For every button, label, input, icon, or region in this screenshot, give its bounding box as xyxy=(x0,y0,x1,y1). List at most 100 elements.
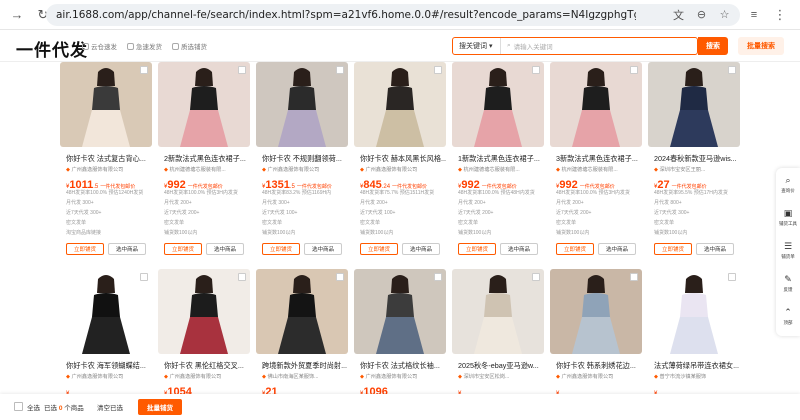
product-title[interactable]: 你好卡农 黑伦红格交叉... xyxy=(164,361,250,371)
side-tool-top[interactable]: ⌃ 顶部 xyxy=(776,300,800,333)
search-input[interactable]: ⌕ 请输入关键词 xyxy=(501,38,697,54)
product-title[interactable]: 跨境新款外贸夏季时尚射... xyxy=(262,361,348,371)
list-now-button[interactable]: 立即铺货 xyxy=(262,243,300,255)
product-image[interactable] xyxy=(452,62,544,147)
product-image[interactable] xyxy=(452,269,544,354)
store-name[interactable]: ◆ 广州鑫逸服饰有限公司 xyxy=(66,166,152,173)
store-name[interactable]: ◆ 广州鑫逸服饰有限公司 xyxy=(556,373,642,380)
side-tool-tools[interactable]: ▣ 铺货工具 xyxy=(776,201,800,234)
select-product-button[interactable]: 选中商品 xyxy=(206,243,244,255)
select-checkbox[interactable] xyxy=(140,66,148,74)
select-product-button[interactable]: 选中商品 xyxy=(598,243,636,255)
product-photo xyxy=(158,62,250,147)
zoom-icon[interactable]: ⊖ xyxy=(694,7,709,22)
product-image[interactable] xyxy=(550,269,642,354)
header-link-fast[interactable]: 急速发货 xyxy=(127,41,162,51)
extensions-icon[interactable]: ≡ xyxy=(746,7,762,23)
store-name[interactable]: ◆ 杭州建德塘芯服装有限... xyxy=(556,166,642,173)
select-product-button[interactable]: 选中商品 xyxy=(500,243,538,255)
select-all-checkbox[interactable] xyxy=(14,402,23,411)
product-photo xyxy=(648,269,740,354)
select-checkbox[interactable] xyxy=(434,66,442,74)
list-now-button[interactable]: 立即铺货 xyxy=(458,243,496,255)
select-checkbox[interactable] xyxy=(630,66,638,74)
select-checkbox[interactable] xyxy=(630,273,638,281)
bookmark-star-icon[interactable]: ☆ xyxy=(717,7,732,22)
store-name[interactable]: ◆ 广州鑫逸服饰有限公司 xyxy=(262,166,348,173)
product-title[interactable]: 你好卡农 法式复古背心... xyxy=(66,154,152,164)
product-title[interactable]: 1新款法式黑色连衣裙子... xyxy=(458,154,544,164)
select-checkbox[interactable] xyxy=(728,273,736,281)
product-title[interactable]: 你好卡农 不规则翻领荷... xyxy=(262,154,348,164)
address-bar[interactable]: air.1688.com/app/channel-fe/search/index… xyxy=(46,4,740,26)
store-name[interactable]: ◆ 杭州建德塘芯服装有限... xyxy=(458,166,544,173)
site-logo[interactable]: 一件代发 xyxy=(16,36,88,61)
search-button[interactable]: 搜索 xyxy=(698,37,728,55)
list-now-button[interactable]: 立即铺货 xyxy=(556,243,594,255)
product-image[interactable] xyxy=(60,269,152,354)
weekly-dropship: 近7天代发 200+ xyxy=(458,210,494,216)
list-now-button[interactable]: 立即铺货 xyxy=(66,243,104,255)
select-checkbox[interactable] xyxy=(336,273,344,281)
product-title[interactable]: 你好卡农 法式格纹长袖... xyxy=(360,361,446,371)
select-checkbox[interactable] xyxy=(336,66,344,74)
product-title[interactable]: 2025秋冬-ebay亚马逊w... xyxy=(458,361,544,371)
select-product-button[interactable]: 选中商品 xyxy=(402,243,440,255)
select-checkbox[interactable] xyxy=(434,273,442,281)
side-tool-price[interactable]: ⌕ 查询价 xyxy=(776,168,800,201)
store-name[interactable]: ◆ 深圳市宝安区松岗... xyxy=(458,373,544,380)
header-link-quality[interactable]: 质选铺货 xyxy=(172,41,207,51)
select-product-button[interactable]: 选中商品 xyxy=(696,243,734,255)
side-tool-feedback[interactable]: ✎ 反馈 xyxy=(776,267,800,300)
forward-icon[interactable]: → xyxy=(8,6,26,24)
select-checkbox[interactable] xyxy=(238,273,246,281)
product-image[interactable] xyxy=(550,62,642,147)
product-image[interactable] xyxy=(354,269,446,354)
product-title[interactable]: 2新款法式黑色连衣裙子... xyxy=(164,154,250,164)
product-title[interactable]: 你好卡农 海军领蝴蝶结... xyxy=(66,361,152,371)
store-name[interactable]: ◆ 佛山市南海区某服饰... xyxy=(262,373,348,380)
select-product-button[interactable]: 选中商品 xyxy=(108,243,146,255)
header-link-cloud[interactable]: 云仓速发 xyxy=(82,41,117,51)
product-image[interactable] xyxy=(256,269,348,354)
translate-icon[interactable]: 文 xyxy=(671,7,686,22)
product-image[interactable] xyxy=(648,62,740,147)
select-product-button[interactable]: 选中商品 xyxy=(304,243,342,255)
clear-selected-link[interactable]: 清空已选 xyxy=(97,402,123,412)
list-now-button[interactable]: 立即铺货 xyxy=(164,243,202,255)
product-title[interactable]: 法式薄荷绿吊带连衣裙女... xyxy=(654,361,740,371)
product-image[interactable] xyxy=(256,62,348,147)
product-image[interactable] xyxy=(158,62,250,147)
store-name[interactable]: ◆ 深圳市宝安区王丽... xyxy=(654,166,740,173)
product-image[interactable] xyxy=(158,269,250,354)
product-title[interactable]: 2024春秋新款亚马逊wis... xyxy=(654,154,740,164)
store-name[interactable]: ◆ 广州鑫逸服饰有限公司 xyxy=(360,373,446,380)
product-title[interactable]: 3新款法式黑色连衣裙子... xyxy=(556,154,642,164)
product-photo xyxy=(550,62,642,147)
store-name[interactable]: ◆ 广州鑫逸服饰有限公司 xyxy=(66,373,152,380)
product-image[interactable] xyxy=(354,62,446,147)
store-name[interactable]: ◆ 杭州建德塘芯服装有限... xyxy=(164,166,250,173)
store-name[interactable]: ◆ 广州鑫逸服饰有限公司 xyxy=(164,373,250,380)
select-checkbox[interactable] xyxy=(728,66,736,74)
list-now-button[interactable]: 立即铺货 xyxy=(654,243,692,255)
store-name[interactable]: ◆ 普宁市流沙镇某服饰 xyxy=(654,373,740,380)
list-now-button[interactable]: 立即铺货 xyxy=(360,243,398,255)
product-title[interactable]: 你好卡农 韩系刺绣花边... xyxy=(556,361,642,371)
product-image[interactable] xyxy=(648,269,740,354)
product-image[interactable] xyxy=(60,62,152,147)
batch-list-button[interactable]: 批量铺货 xyxy=(138,399,182,415)
listing-count: 铺货数100以内 xyxy=(164,230,198,236)
menu-icon[interactable]: ⋮ xyxy=(772,7,788,23)
select-checkbox[interactable] xyxy=(140,273,148,281)
select-checkbox[interactable] xyxy=(238,66,246,74)
search-type-select[interactable]: 搜关键词 ▾ xyxy=(453,38,501,54)
batch-search-button[interactable]: 批量搜索 xyxy=(738,37,784,55)
store-name[interactable]: ◆ 广州鑫逸服饰有限公司 xyxy=(360,166,446,173)
side-tool-list[interactable]: ☰ 铺货单 xyxy=(776,234,800,267)
select-checkbox[interactable] xyxy=(532,66,540,74)
product-title[interactable]: 你好卡农 赫本风黑长风格... xyxy=(360,154,446,164)
delivery-rate: 48H发货率100.0% 预估3H内发货 xyxy=(556,190,630,196)
select-checkbox[interactable] xyxy=(532,273,540,281)
select-all-label[interactable]: 全选 xyxy=(27,402,40,412)
